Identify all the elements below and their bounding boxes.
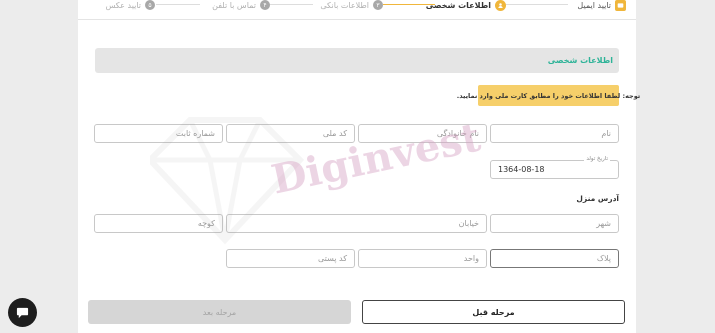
- step-number: ۵: [145, 0, 155, 10]
- step-label: تماس با تلفن: [212, 0, 256, 10]
- step-email[interactable]: تایید ایمیل: [577, 0, 626, 12]
- message-icon: [615, 0, 626, 11]
- step-connector: [383, 4, 435, 5]
- prev-step-button[interactable]: مرحله قبل: [362, 300, 625, 324]
- step-photo[interactable]: ۵ تایید عکس: [106, 0, 155, 12]
- chat-button[interactable]: [8, 298, 37, 327]
- first-name-input[interactable]: نام: [490, 124, 619, 143]
- step-label: تایید ایمیل: [577, 0, 611, 10]
- step-label: اطلاعات شخصی: [425, 0, 491, 10]
- city-input[interactable]: شهر: [490, 214, 619, 233]
- section-header: اطلاعات شخصی: [95, 48, 619, 73]
- next-step-button[interactable]: مرحله بعد: [88, 300, 351, 324]
- chat-icon: [16, 307, 29, 319]
- unit-input[interactable]: واحد: [358, 249, 487, 268]
- alley-input[interactable]: کوچه: [94, 214, 223, 233]
- notice-banner: توجه: لطفا اطلاعات خود را مطابق کارت ملی…: [457, 85, 640, 106]
- step-personal[interactable]: اطلاعات شخصی: [426, 0, 506, 12]
- phone-input[interactable]: شماره ثابت: [94, 124, 223, 143]
- step-label: اطلاعات بانکی: [320, 0, 369, 10]
- postal-code-input[interactable]: کد پستی: [226, 249, 355, 268]
- last-name-input[interactable]: نام خانوادگی: [358, 124, 487, 143]
- section-title: اطلاعات شخصی: [547, 56, 613, 65]
- user-icon: [495, 0, 506, 11]
- step-connector: [269, 4, 313, 5]
- step-connector: [156, 4, 200, 5]
- birth-date-input[interactable]: تاریخ تولد 1364-08-18: [490, 156, 619, 179]
- national-code-input[interactable]: کد ملی: [226, 124, 355, 143]
- stepper: تایید ایمیل اطلاعات شخصی ۳ اطلاعات بانکی…: [78, 0, 636, 20]
- birth-date-label: تاریخ تولد: [584, 156, 610, 162]
- step-label: تایید عکس: [105, 0, 141, 10]
- birth-date-value: 1364-08-18: [498, 165, 545, 174]
- step-bank[interactable]: ۳ اطلاعات بانکی: [320, 0, 383, 12]
- step-number: ۴: [260, 0, 270, 10]
- plaque-input[interactable]: پلاک: [490, 249, 619, 268]
- step-connector: [506, 4, 568, 5]
- address-title: آدرس منزل: [576, 194, 619, 203]
- step-phone[interactable]: ۴ تماس با تلفن: [212, 0, 270, 12]
- street-input[interactable]: خیابان: [226, 214, 487, 233]
- step-number: ۳: [373, 0, 383, 10]
